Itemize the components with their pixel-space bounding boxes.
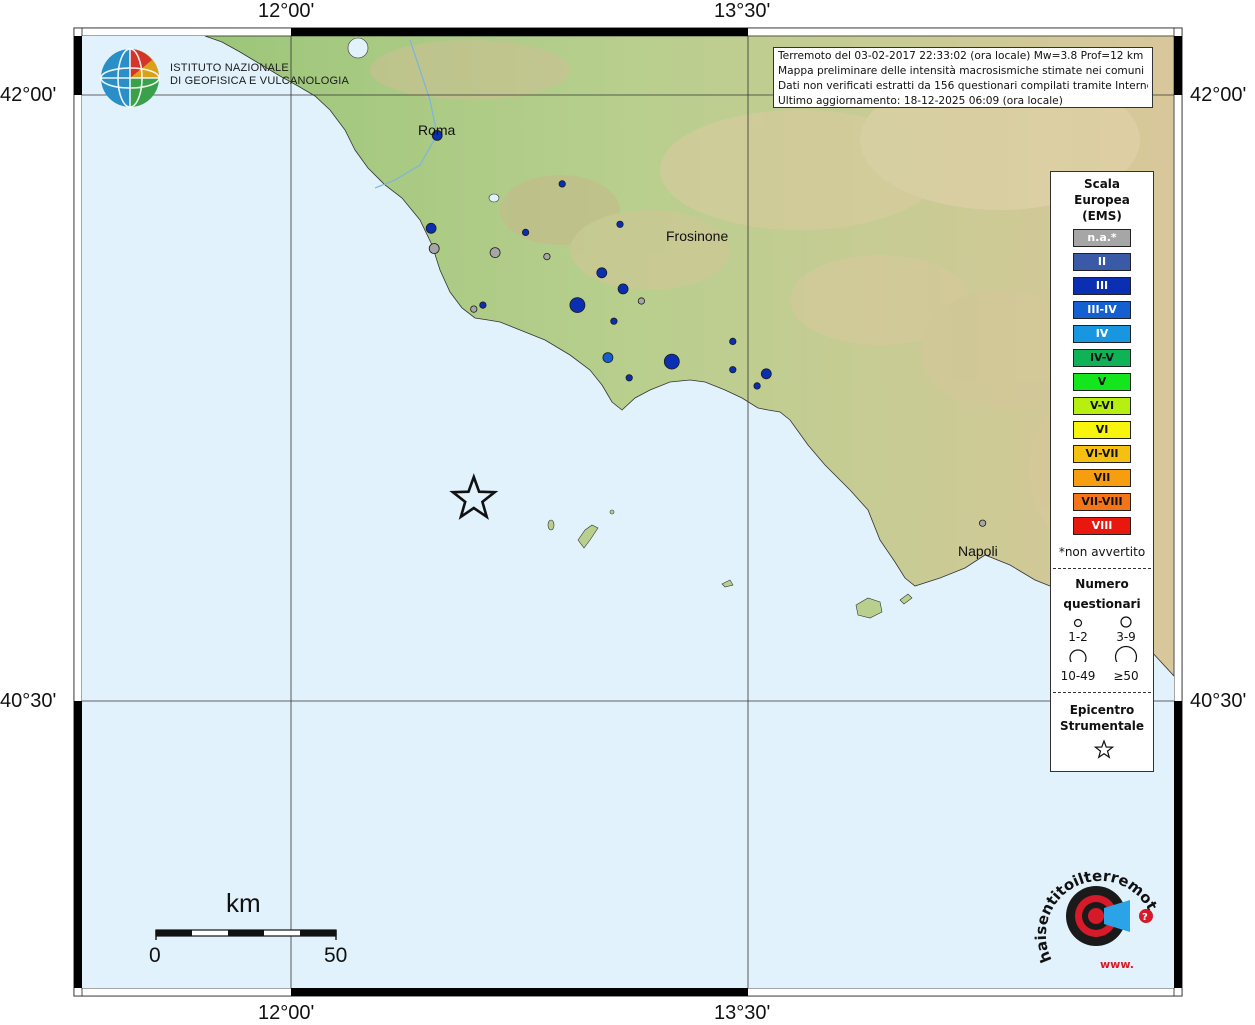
lon-label-top-west: 12°00' [258,0,315,22]
lon-label-bottom-east: 13°30' [714,1002,771,1024]
event-info-box: Terremoto del 03-02-2017 22:33:02 (ora l… [773,47,1153,108]
observation-point [479,301,487,309]
legend-divider-2 [1053,692,1151,693]
hsit-prefix: www. [1100,958,1134,971]
observation-point [760,368,772,380]
svg-text:?: ? [1142,912,1148,923]
ems-class-9: VI-VII [1073,445,1131,463]
legend-title-1: Scala [1083,177,1121,191]
lon-label-top-east: 13°30' [714,0,771,22]
observation-point [637,297,646,305]
lat-label-left-north: 42°00' [0,84,57,106]
observation-point [425,222,437,234]
ems-class-5: IV-V [1073,349,1131,367]
observation-point [729,337,737,345]
ems-class-8: VI [1073,421,1131,439]
hsit-logo: haisentitoilterremoto.it ? www. [1030,860,1161,971]
observation-point [625,374,633,382]
legend: Scala Europea (EMS) n.a.* II III III-IV IV IV… [1050,171,1154,772]
ems-class-12: VIII [1073,517,1131,535]
observation-point [596,267,608,279]
lat-label-right-north: 42°00' [1190,84,1247,106]
observation-point [489,247,501,259]
observation-point [428,243,440,254]
legend-title-3: (EMS) [1082,209,1122,223]
ingv-name-line1: ISTITUTO NAZIONALE [170,62,289,74]
info-line-3: Dati non verificati estratti da 156 ques… [778,80,1148,92]
place-roma: Roma [418,122,456,138]
observation-point [978,519,987,527]
place-napoli: Napoli [958,543,998,559]
ems-class-7: V-VI [1073,397,1131,415]
info-line-4: Ultimo aggiornamento: 18-12-2025 06:09 (… [778,95,1063,107]
legend-title-2: Europea [1074,193,1130,207]
lake-bracciano [347,37,369,59]
lon-label-bottom-west: 12°00' [258,1002,315,1024]
ems-class-1: II [1073,253,1131,271]
observation-point [521,228,530,236]
lat-label-left-south: 40°30' [0,690,57,712]
lat-label-right-south: 40°30' [1190,690,1247,712]
ems-class-11: VII-VIII [1073,493,1131,511]
count-class-10-49: 10-49 [1060,669,1096,683]
ems-class-10: VII [1073,469,1131,487]
ems-class-3: III-IV [1073,301,1131,319]
scale-end: 50 [324,944,348,967]
observation-point [602,352,614,364]
info-line-1: Terremoto del 03-02-2017 22:33:02 (ora l… [778,50,1144,62]
place-frosinone: Frosinone [666,228,729,244]
ingv-name: ISTITUTO NAZIONALE DI GEOFISICA E VULCAN… [170,62,349,88]
epicenter-legend-star-icon [1093,739,1115,759]
not-felt-note: *non avvertito [1058,545,1146,559]
count-class-50: ≥50 [1113,669,1139,683]
epicenter-title-1: Epicentro [1069,703,1135,717]
scale-unit: km [226,888,261,918]
count-class-3-9: 3-9 [1116,630,1136,644]
questionnaires-title-2: questionari [1063,597,1141,611]
observation-point [753,382,761,390]
info-line-2: Mappa preliminare delle intensità macros… [778,65,1145,77]
count-class-1-2: 1-2 [1068,630,1088,644]
ems-class-2: III [1073,277,1131,295]
observation-point [543,253,551,261]
observation-point [569,297,586,314]
observation-point [470,305,478,313]
legend-divider-1 [1053,568,1151,569]
ems-class-4: IV [1073,325,1131,343]
observation-point [663,353,680,370]
epicenter-title-2: Strumentale [1059,719,1145,733]
observation-point [610,317,618,325]
observation-point [729,366,737,374]
ingv-name-line2: DI GEOFISICA E VULCANOLOGIA [170,75,349,87]
lake-albano [488,193,500,203]
observation-point [558,180,566,188]
observation-point [617,283,629,295]
questionnaires-title-1: Numero [1075,577,1129,591]
ems-class-0: n.a.* [1073,229,1131,247]
ems-class-6: V [1073,373,1131,391]
observation-point [616,220,624,228]
scale-start: 0 [149,944,161,967]
